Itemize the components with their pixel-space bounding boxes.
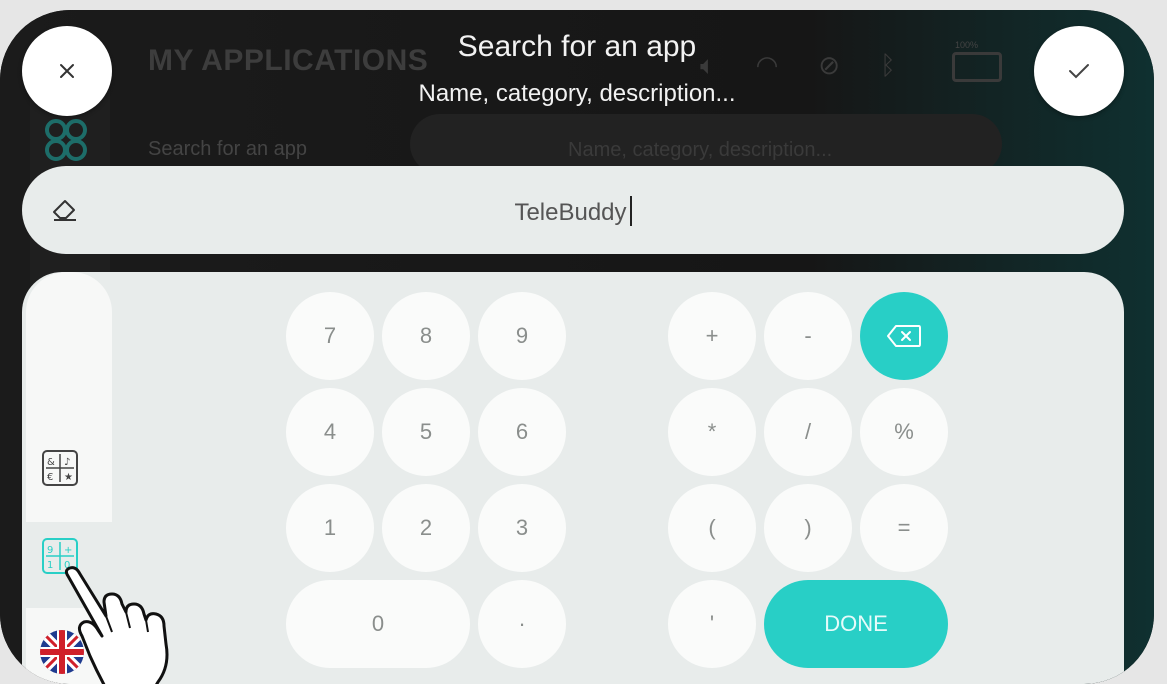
search-title: Search for an app <box>457 30 697 63</box>
text-cursor <box>629 196 632 226</box>
key-equals[interactable]: = <box>860 484 948 572</box>
done-button[interactable]: DONE <box>764 580 948 668</box>
background-search-placeholder: Name, category, description... <box>568 139 833 161</box>
key-plus[interactable]: + <box>668 292 756 380</box>
search-subtitle: Name, category, description... <box>418 80 736 107</box>
close-icon <box>60 64 74 78</box>
key-minus[interactable]: - <box>764 292 852 380</box>
key-9[interactable]: 9 <box>478 292 566 380</box>
key-divide[interactable]: / <box>764 388 852 476</box>
key-multiply[interactable]: * <box>668 388 756 476</box>
svg-text:★: ★ <box>64 472 73 483</box>
key-0[interactable]: 0 <box>286 580 470 668</box>
key-1[interactable]: 1 <box>286 484 374 572</box>
key-decimal[interactable]: · <box>478 580 566 668</box>
search-value-text: TeleBuddy <box>514 199 627 226</box>
key-open-paren[interactable]: ( <box>668 484 756 572</box>
pointing-hand-icon <box>64 566 169 684</box>
symbols-keyboard-icon[interactable]: & ♪ € ★ <box>40 448 80 488</box>
confirm-button[interactable] <box>1034 26 1124 116</box>
search-input[interactable]: TeleBuddy <box>22 166 1124 254</box>
close-button[interactable] <box>22 26 112 116</box>
checkmark-icon <box>1069 64 1089 79</box>
key-4[interactable]: 4 <box>286 388 374 476</box>
key-2[interactable]: 2 <box>382 484 470 572</box>
svg-text:♪: ♪ <box>64 457 70 468</box>
key-apostrophe[interactable]: ' <box>668 580 756 668</box>
key-5[interactable]: 5 <box>382 388 470 476</box>
key-percent[interactable]: % <box>860 388 948 476</box>
key-6[interactable]: 6 <box>478 388 566 476</box>
background-search-box: Name, category, description... <box>410 114 1002 174</box>
key-7[interactable]: 7 <box>286 292 374 380</box>
background-search-label: Search for an app <box>148 138 307 160</box>
tablet-screen: MY APPLICATIONS Search for an app Name, … <box>0 10 1154 684</box>
key-3[interactable]: 3 <box>478 484 566 572</box>
key-close-paren[interactable]: ) <box>764 484 852 572</box>
backspace-icon <box>887 325 921 347</box>
key-8[interactable]: 8 <box>382 292 470 380</box>
svg-text:+: + <box>64 545 72 556</box>
apps-icon <box>45 119 87 161</box>
svg-text:9: 9 <box>47 545 53 556</box>
search-value: TeleBuddy <box>22 196 1124 227</box>
svg-text:1: 1 <box>47 560 53 571</box>
svg-text:&: & <box>47 457 55 468</box>
backspace-button[interactable] <box>860 292 948 380</box>
svg-text:€: € <box>47 472 53 483</box>
